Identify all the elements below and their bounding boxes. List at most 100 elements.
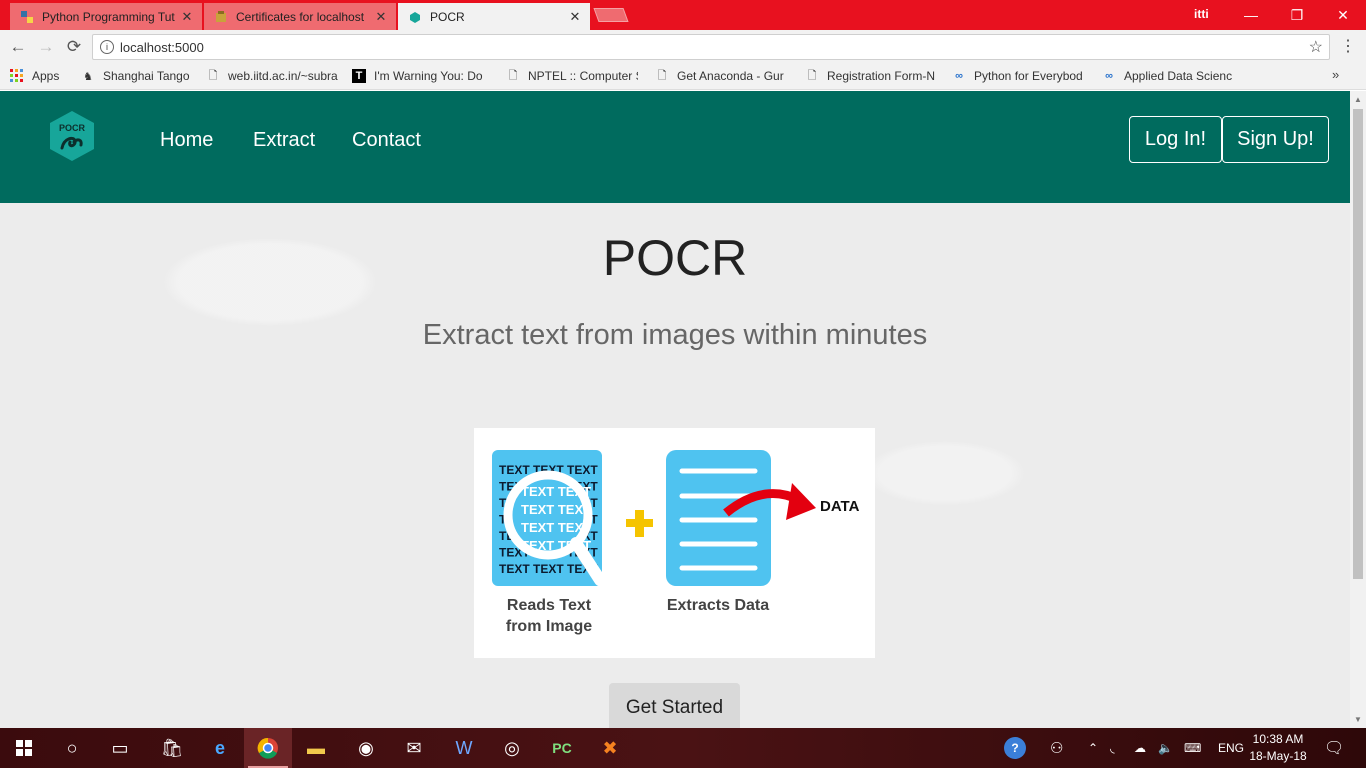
camera-app-icon[interactable]: ◉ [342,728,390,768]
nav-home[interactable]: Home [160,129,213,152]
system-clock[interactable]: 10:38 AM 18-May-18 [1248,731,1308,765]
bookmarks-bar: Apps ♞ Shanghai Tango 🗋 web.iitd.ac.in/~… [0,64,1366,90]
mail-icon[interactable]: ✉ [390,728,438,768]
caption-reads-text: Reads Text from Image [494,595,604,637]
magnified-text-row: TEXT TEXT [521,502,591,517]
caption-line: from Image [505,618,593,635]
caption-extracts-data: Extracts Data [666,597,770,614]
pocr-logo[interactable]: POCR [48,110,96,162]
address-bar[interactable]: i localhost:5000 ☆ [92,34,1330,60]
bookmark-nptel[interactable]: 🗋 NPTEL :: Computer S [506,69,638,83]
magnified-text-row: TEXT TEXT [521,520,591,535]
keyboard-icon[interactable]: ⌨ [1184,728,1201,768]
t-logo-icon: T [352,69,366,83]
url-text[interactable]: localhost:5000 [120,40,1309,55]
nav-extract[interactable]: Extract [253,129,315,152]
pocr-favicon [408,10,422,24]
scroll-up-icon[interactable]: ▲ [1354,95,1362,104]
forward-arrow-icon[interactable]: → [35,36,57,58]
people-icon[interactable]: ⚇ [1050,728,1063,768]
coursera-icon: ∞ [1105,70,1113,82]
browser-tab-python[interactable]: Python Programming Tut ✕ [10,3,202,30]
bookmark-label: Applied Data Scienc [1124,69,1233,83]
chevron-more-icon[interactable]: » [1332,67,1339,82]
bookmark-shanghai-tango[interactable]: ♞ Shanghai Tango [81,69,196,83]
page-icon: 🗋 [807,69,817,82]
scroll-thumb[interactable] [1353,109,1363,579]
cloud-icon[interactable]: ☁ [1134,728,1146,768]
tab-title: Certificates for localhost [236,9,365,24]
bookmark-label: I'm Warning You: Do [374,69,483,83]
wifi-icon[interactable]: ◟ [1110,728,1115,768]
plus-icon-vertical [635,510,644,537]
reload-icon[interactable]: ⟳ [63,36,85,58]
bookmark-python-everybody[interactable]: ∞ Python for Everybod [952,69,1090,83]
page-title: POCR [602,230,748,286]
language-indicator[interactable]: ENG [1218,728,1244,768]
scroll-down-icon[interactable]: ▼ [1354,715,1362,724]
tab-title: Python Programming Tut [42,9,175,24]
bookmark-label: NPTEL :: Computer S [528,69,638,83]
bookmark-apps[interactable]: Apps [10,69,70,83]
edge-icon[interactable]: e [196,728,244,768]
file-explorer-icon[interactable]: ▬ [292,728,340,768]
profile-name[interactable]: itti [1194,7,1209,21]
page-subtitle: Extract text from images within minutes [422,319,928,351]
clock-time: 10:38 AM [1252,732,1304,746]
bookmark-label: web.iitd.ac.in/~subra [228,69,338,83]
tab-title: POCR [430,9,465,24]
help-icon[interactable]: ? [1004,728,1026,768]
volume-icon[interactable]: 🔈 [1158,728,1173,768]
bookmark-label: Apps [32,69,60,83]
browser-toolbar: ← → ⟳ i localhost:5000 ☆ ⋮ [0,30,1366,64]
browser-tab-certificates[interactable]: Certificates for localhost ✕ [204,3,396,30]
windows-start-icon[interactable] [0,728,48,768]
magnified-text-row: TEXT TEXT [521,538,591,553]
back-arrow-icon[interactable]: ← [7,36,29,58]
bookmark-applied-data-science[interactable]: ∞ Applied Data Scienc [1102,69,1240,83]
signup-button[interactable]: Sign Up! [1222,116,1329,163]
close-icon[interactable]: ✕ [568,9,582,25]
chrome-icon[interactable] [244,728,292,768]
coursera-icon: ∞ [955,70,963,82]
new-tab-button[interactable] [593,8,629,22]
task-view-icon[interactable]: ▭ [96,728,144,768]
close-icon[interactable]: ✕ [180,9,194,25]
windows-taskbar: ○ ▭ 🛍 e ▬ ◉ ✉ W ◎ PC ✖ ? ⚇ ⌃ ◟ ☁ 🔈 ⌨ ENG… [0,728,1366,768]
get-started-button[interactable]: Get Started [609,683,740,728]
store-icon[interactable]: 🛍 [148,728,196,768]
bookmark-label: Registration Form-N [827,69,936,83]
bookmark-anaconda[interactable]: 🗋 Get Anaconda - Gur [655,69,789,83]
star-icon[interactable]: ☆ [1309,37,1323,57]
page-scrollbar[interactable]: ▲ ▼ [1350,91,1366,728]
notification-icon[interactable]: 🗨 [1324,728,1344,768]
data-label: DATA [820,498,860,515]
browser-tab-pocr[interactable]: POCR ✕ [398,3,590,30]
search-icon[interactable]: ○ [48,728,96,768]
restore-icon[interactable]: ❐ [1274,0,1320,30]
login-button[interactable]: Log In! [1129,116,1222,163]
info-icon[interactable]: i [100,40,114,54]
apps-grid-icon [10,69,24,83]
bookmark-warning[interactable]: T I'm Warning You: Do [352,69,490,83]
app-swirl-icon[interactable]: ◎ [488,728,536,768]
nav-contact[interactable]: Contact [352,129,421,152]
svg-text:POCR: POCR [59,123,86,133]
close-icon[interactable]: ✕ [374,9,388,25]
pycharm-icon[interactable]: PC [538,728,586,768]
site-icon: ♞ [83,70,93,83]
page-icon: 🗋 [508,69,518,82]
xampp-icon[interactable]: ✖ [586,728,634,768]
bookmark-iitd[interactable]: 🗋 web.iitd.ac.in/~subra [206,69,340,83]
minimize-icon[interactable]: — [1228,0,1274,30]
ocr-illustration: TEXT TEXT TEXT TEXT TEXT TEXT TEXT TEXT TE… [474,428,875,658]
tab-strip: Python Programming Tut ✕ Certificates fo… [0,0,1366,30]
chevron-up-icon[interactable]: ⌃ [1088,728,1098,768]
window-close-icon[interactable]: ✕ [1320,0,1366,30]
caption-line: Reads Text [506,597,592,614]
bookmark-registration[interactable]: 🗋 Registration Form-N [805,69,939,83]
word-icon[interactable]: W [440,728,488,768]
menu-dots-icon[interactable]: ⋮ [1340,36,1356,56]
site-navbar: POCR Home Extract Contact Log In! Sign U… [0,91,1350,203]
certificate-icon [214,10,228,24]
